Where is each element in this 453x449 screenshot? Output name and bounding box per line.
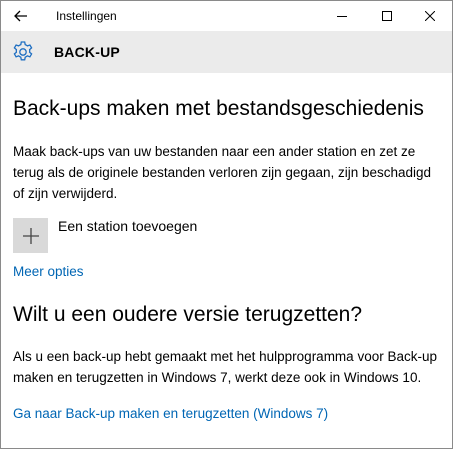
back-button[interactable] [7, 4, 35, 28]
minimize-icon [337, 16, 347, 17]
more-options-link[interactable]: Meer opties [13, 264, 84, 279]
older-backup-description: Als u een back-up hebt gemaakt met het h… [13, 349, 437, 385]
close-icon [425, 11, 435, 21]
file-history-heading: Back-ups maken met bestandsgeschiedenis [13, 97, 424, 120]
file-history-description: Maak back-ups van uw bestanden naar een … [13, 144, 432, 201]
page-title: BACK-UP [54, 44, 120, 60]
page-header: BACK-UP [1, 31, 452, 73]
gear-icon [13, 41, 33, 61]
settings-window: Instellingen BACK-UP Back-ups maken met … [0, 0, 453, 449]
windows7-backup-link[interactable]: Ga naar Back-up maken en terugzetten (Wi… [13, 406, 328, 421]
plus-icon [22, 227, 39, 244]
older-backup-heading: Wilt u een oudere versie terugzetten? [13, 303, 363, 326]
close-button[interactable] [408, 1, 452, 31]
back-arrow-icon [14, 10, 27, 22]
app-title: Instellingen [56, 9, 117, 23]
title-bar: Instellingen [1, 1, 452, 31]
maximize-button[interactable] [365, 1, 409, 31]
maximize-icon [382, 11, 392, 21]
minimize-button[interactable] [320, 1, 364, 31]
add-drive-button[interactable] [13, 218, 48, 253]
add-drive-label[interactable]: Een station toevoegen [58, 218, 197, 234]
